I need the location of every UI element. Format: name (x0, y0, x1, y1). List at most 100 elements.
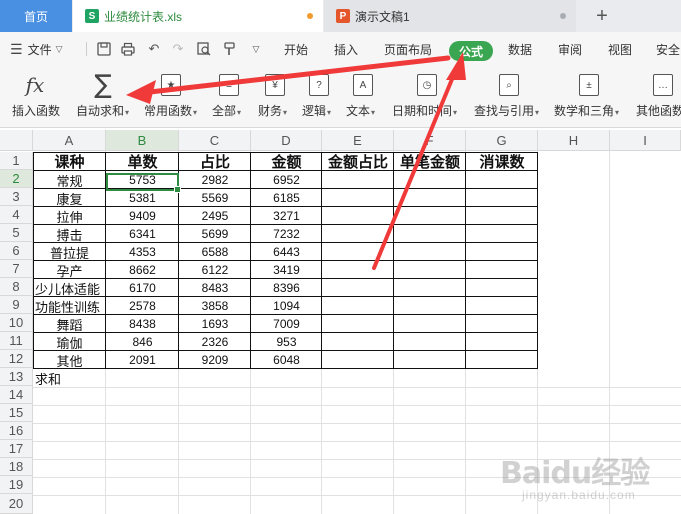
table-cell[interactable]: 普拉提 (33, 243, 106, 261)
table-cell[interactable]: 6341 (106, 225, 179, 243)
table-cell[interactable]: 7232 (251, 225, 322, 243)
table-cell[interactable]: 1094 (251, 297, 322, 315)
row-header[interactable]: 9 (0, 296, 33, 314)
table-cell[interactable]: 6588 (179, 243, 251, 261)
row-header[interactable]: 13 (0, 368, 33, 386)
column-header[interactable]: H (538, 130, 610, 151)
column-header[interactable]: E (322, 130, 394, 151)
column-header[interactable]: C (179, 130, 251, 151)
column-header[interactable]: F (394, 130, 466, 151)
row-header[interactable]: 14 (0, 386, 33, 404)
row-header[interactable]: 3 (0, 188, 33, 206)
menu-security[interactable]: 安全 (656, 32, 680, 66)
table-cell[interactable]: 846 (106, 333, 179, 351)
table-cell[interactable]: 6122 (179, 261, 251, 279)
row-header[interactable]: 20 (0, 494, 33, 514)
table-cell[interactable]: 6170 (106, 279, 179, 297)
table-header-cell[interactable]: 金额 (251, 152, 322, 171)
row-header[interactable]: 8 (0, 278, 33, 296)
table-cell[interactable]: 6952 (251, 171, 322, 189)
table-cell[interactable]: 6443 (251, 243, 322, 261)
menu-data[interactable]: 数据 (508, 32, 532, 66)
table-cell[interactable]: 953 (251, 333, 322, 351)
table-cell[interactable]: 5699 (179, 225, 251, 243)
menu-review[interactable]: 审阅 (558, 32, 582, 66)
row-header[interactable]: 17 (0, 440, 33, 458)
table-cell[interactable]: 7009 (251, 315, 322, 333)
datetime-button[interactable]: ◷ 日期和时间▾ (390, 66, 464, 128)
table-cell[interactable]: 2091 (106, 351, 179, 369)
table-cell[interactable]: 2495 (179, 207, 251, 225)
table-cell[interactable]: 9409 (106, 207, 179, 225)
tab-spreadsheet[interactable]: S 业绩统计表.xls (73, 0, 323, 32)
row-header[interactable]: 15 (0, 404, 33, 422)
table-header-cell[interactable]: 金额占比 (322, 152, 394, 171)
table-cell[interactable]: 8662 (106, 261, 179, 279)
table-cell[interactable]: 常规 (33, 171, 106, 189)
table-cell[interactable]: 3858 (179, 297, 251, 315)
table-cell[interactable]: 1693 (179, 315, 251, 333)
new-tab-button[interactable]: + (590, 3, 614, 29)
table-header-cell[interactable]: 单数 (106, 152, 179, 171)
table-cell[interactable]: 少儿体适能 (33, 279, 106, 297)
column-header[interactable]: I (610, 130, 681, 151)
row-header[interactable]: 6 (0, 242, 33, 260)
row-header[interactable]: 18 (0, 458, 33, 476)
undo-icon[interactable]: ↶ (146, 41, 162, 57)
table-cell[interactable]: 3419 (251, 261, 322, 279)
table-cell[interactable]: 孕产 (33, 261, 106, 279)
table-cell[interactable]: 2982 (179, 171, 251, 189)
menu-insert[interactable]: 插入 (334, 32, 358, 66)
redo-icon[interactable]: ↷ (170, 41, 186, 57)
menu-page-layout[interactable]: 页面布局 (384, 32, 432, 66)
row-header[interactable]: 1 (0, 152, 33, 170)
table-cell[interactable]: 8396 (251, 279, 322, 297)
row-header[interactable]: 4 (0, 206, 33, 224)
table-cell[interactable]: 5381 (106, 189, 179, 207)
table-cell[interactable]: 康复 (33, 189, 106, 207)
select-all-corner[interactable] (0, 130, 33, 151)
table-cell[interactable]: 2326 (179, 333, 251, 351)
column-header[interactable]: A (33, 130, 106, 151)
column-header[interactable]: D (251, 130, 322, 151)
row-header-selected[interactable]: 2 (0, 170, 33, 188)
table-header-cell[interactable]: 单笔金额 (394, 152, 466, 171)
finance-button[interactable]: ¥ 财务▾ (254, 66, 298, 128)
insert-function-button[interactable]: fx 插入函数 (0, 66, 66, 128)
tab-home[interactable]: 首页 (0, 0, 72, 32)
logic-button[interactable]: ? 逻辑▾ (300, 66, 344, 128)
close-dot-icon[interactable] (560, 13, 566, 19)
table-cell[interactable]: 8438 (106, 315, 179, 333)
print-icon[interactable] (120, 41, 136, 57)
menu-home[interactable]: 开始 (284, 32, 308, 66)
row-header[interactable]: 7 (0, 260, 33, 278)
table-cell[interactable]: 5569 (179, 189, 251, 207)
table-cell[interactable]: 其他 (33, 351, 106, 369)
table-cell[interactable]: 2578 (106, 297, 179, 315)
text-functions-button[interactable]: A 文本▾ (344, 66, 388, 128)
table-cell[interactable]: 拉伸 (33, 207, 106, 225)
table-header-cell[interactable]: 课种 (33, 152, 106, 171)
table-cell[interactable]: 舞蹈 (33, 315, 106, 333)
table-cell[interactable]: 8483 (179, 279, 251, 297)
table-cell[interactable]: 搏击 (33, 225, 106, 243)
table-cell[interactable]: 9209 (179, 351, 251, 369)
table-header-cell[interactable]: 占比 (179, 152, 251, 171)
row-header[interactable]: 19 (0, 476, 33, 494)
file-menu[interactable]: ☰ 文件 ▽ (10, 32, 63, 66)
row-header[interactable]: 5 (0, 224, 33, 242)
table-cell[interactable]: 3271 (251, 207, 322, 225)
other-functions-button[interactable]: … 其他函数 (634, 66, 681, 128)
table-header-cell[interactable]: 消课数 (466, 152, 538, 171)
row-header[interactable]: 10 (0, 314, 33, 332)
autosum-button[interactable]: ∑ 自动求和▾ (70, 66, 140, 128)
table-cell[interactable]: 4353 (106, 243, 179, 261)
math-button[interactable]: ± 数学和三角▾ (552, 66, 628, 128)
table-cell[interactable]: 6048 (251, 351, 322, 369)
table-cell[interactable]: 6185 (251, 189, 322, 207)
lookup-button[interactable]: ⌕ 查找与引用▾ (472, 66, 548, 128)
column-header-selected[interactable]: B (106, 130, 179, 151)
row-header[interactable]: 11 (0, 332, 33, 350)
row-header[interactable]: 12 (0, 350, 33, 368)
tab-presentation[interactable]: P 演示文稿1 (324, 0, 576, 32)
